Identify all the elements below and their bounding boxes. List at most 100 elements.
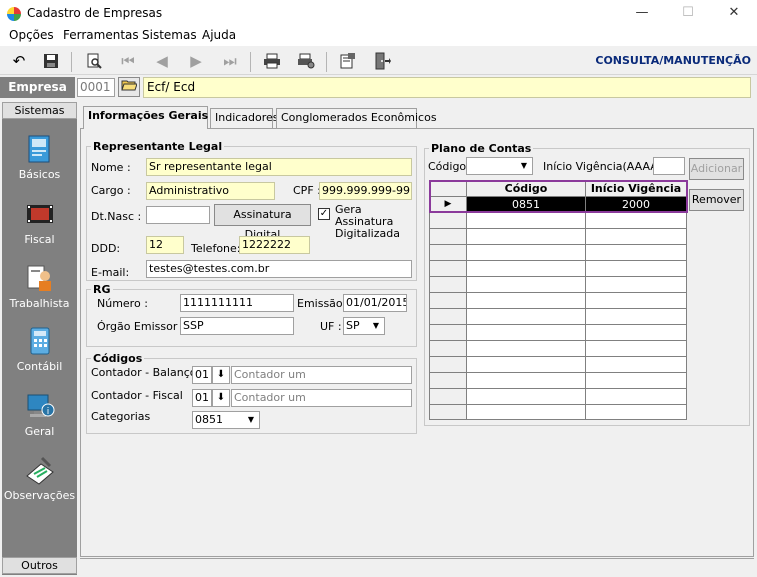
minimize-button[interactable]: — (619, 0, 665, 26)
calculator-icon (23, 324, 57, 358)
uf-select[interactable]: SP ▼ (343, 317, 385, 335)
plano-legend: Plano de Contas (431, 142, 532, 155)
save-icon[interactable] (40, 50, 62, 72)
cargo-field[interactable]: Administrativo (146, 182, 275, 200)
table-row (586, 245, 686, 261)
grid-cell-inicio[interactable]: 2000 (586, 197, 686, 213)
table-row (430, 373, 467, 389)
dtnasc-label: Dt.Nasc : (91, 210, 142, 223)
table-row (430, 389, 467, 405)
close-button[interactable]: ✕ (711, 0, 757, 26)
emissao-label: Emissão : (297, 297, 350, 310)
dtnasc-field[interactable] (146, 206, 210, 224)
table-row (586, 341, 686, 357)
print-icon[interactable] (261, 50, 283, 72)
empresa-code-field[interactable]: 0001 (77, 78, 115, 97)
fiscal-name-field[interactable]: Contador um (231, 389, 412, 407)
table-row (467, 405, 586, 419)
sidebar-item-fiscal[interactable]: Fiscal (2, 197, 77, 246)
gera-assinatura-checkbox[interactable]: ✓ (318, 208, 330, 220)
numero-label: Número : (97, 297, 148, 310)
adicionar-button[interactable]: Adicionar (689, 158, 744, 180)
chevron-down-icon: ▼ (368, 318, 384, 334)
toolbar-separator (250, 52, 251, 72)
tab-informacoes-gerais[interactable]: Informações Gerais (83, 106, 208, 129)
sidebar-item-geral[interactable]: i Geral (2, 389, 77, 438)
ddd-field[interactable]: 12 (146, 236, 184, 254)
tab-indicadores[interactable]: Indicadores (210, 108, 279, 128)
chevron-down-icon: ▼ (243, 412, 259, 428)
sidebar-item-label: Geral (24, 425, 55, 438)
table-row (430, 261, 467, 277)
balanco-name-field[interactable]: Contador um (231, 366, 412, 384)
assinatura-digital-button[interactable]: Assinatura Digital (214, 204, 311, 241)
ddd-label: DDD: (91, 242, 121, 255)
menu-ferramentas[interactable]: Ferramentas (63, 28, 139, 42)
emissao-field[interactable]: 01/01/2015 (343, 294, 407, 312)
plano-grid[interactable]: Código Início Vigência ▶ 0851 2000 (429, 180, 687, 420)
menu-opcoes[interactable]: Opções (9, 28, 54, 42)
categorias-label: Categorias (91, 410, 151, 423)
print-setup-icon[interactable] (295, 50, 317, 72)
table-row (586, 293, 686, 309)
chevron-down-icon: ▼ (516, 158, 532, 174)
last-record-icon[interactable]: ⏭ (219, 50, 241, 72)
next-record-icon[interactable]: ▶ (185, 50, 207, 72)
tab-conglomerados[interactable]: Conglomerados Econômicos (276, 108, 437, 128)
table-row (586, 277, 686, 293)
menu-sistemas[interactable]: Sistemas (142, 28, 197, 42)
sidebar-footer[interactable]: Outros (2, 557, 77, 574)
orgao-field[interactable]: SSP (180, 317, 294, 335)
sidebar-item-contabil[interactable]: Contábil (2, 324, 77, 373)
email-label: E-mail: (91, 266, 130, 279)
sidebar-item-label: Trabalhista (9, 297, 70, 310)
app-icon (7, 7, 21, 21)
grid-header-inicio[interactable]: Início Vigência (586, 181, 686, 197)
categorias-select[interactable]: 0851 ▼ (192, 411, 260, 429)
sidebar-item-basicos[interactable]: Básicos (2, 132, 77, 181)
orgao-label: Órgão Emissor : (97, 320, 185, 333)
computer-icon: i (23, 389, 57, 423)
table-row (586, 325, 686, 341)
table-row (586, 213, 686, 229)
menu-ajuda[interactable]: Ajuda (202, 28, 236, 42)
download-arrow-icon[interactable]: ⬇ (212, 366, 230, 384)
telefone-field[interactable]: 1222222 (239, 236, 310, 254)
cpf-field[interactable]: 999.999.999-99 (319, 182, 412, 200)
categorias-value: 0851 (195, 413, 223, 426)
empresa-name-field[interactable]: Ecf/ Ecd (143, 77, 751, 98)
table-row (430, 405, 467, 419)
nome-field[interactable]: Sr representante legal (146, 158, 412, 176)
table-row (586, 309, 686, 325)
first-record-icon[interactable]: ⏮ (117, 50, 139, 72)
table-row (430, 293, 467, 309)
open-folder-icon[interactable] (118, 77, 140, 97)
exit-door-icon[interactable] (371, 50, 393, 72)
balanco-label: Contador - Balanço (91, 366, 197, 379)
download-arrow-icon[interactable]: ⬇ (212, 389, 230, 407)
grid-header-codigo[interactable]: Código (467, 181, 586, 197)
plano-codigo-label: Código: (428, 160, 470, 173)
table-row (430, 309, 467, 325)
remover-button[interactable]: Remover (689, 189, 744, 211)
undo-icon[interactable]: ↶ (8, 50, 30, 72)
email-field[interactable]: testes@testes.com.br (146, 260, 412, 278)
balanco-code-field[interactable]: 01 (192, 366, 212, 384)
worker-icon (23, 261, 57, 295)
preview-icon[interactable] (83, 50, 105, 72)
plano-codigo-select[interactable]: ▼ (466, 157, 533, 175)
inicio-vigencia-field[interactable] (653, 157, 685, 175)
toolbar-separator (326, 52, 327, 72)
grid-cell-codigo[interactable]: 0851 (467, 197, 586, 213)
fiscal-code-field[interactable]: 01 (192, 389, 212, 407)
nome-label: Nome : (91, 161, 131, 174)
rg-numero-field[interactable]: 1111111111 (180, 294, 294, 312)
maximize-button[interactable]: ☐ (665, 0, 711, 26)
tools-icon[interactable] (337, 50, 359, 72)
sidebar-item-trabalhista[interactable]: Trabalhista (2, 261, 77, 310)
sidebar-header[interactable]: Sistemas (2, 102, 77, 119)
sidebar-item-observacoes[interactable]: Observações (2, 453, 77, 502)
previous-record-icon[interactable]: ◀ (151, 50, 173, 72)
svg-text:i: i (46, 407, 49, 417)
telefone-label: Telefone: (191, 242, 241, 255)
